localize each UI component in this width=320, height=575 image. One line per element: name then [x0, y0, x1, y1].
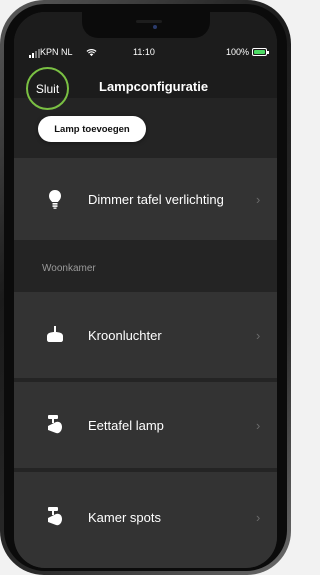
close-button[interactable]: Sluit	[26, 67, 69, 110]
add-lamp-button[interactable]: Lamp toevoegen	[38, 116, 146, 142]
front-camera-icon	[152, 25, 157, 29]
lamp-row-kamer-spots[interactable]: Kamer spots ›	[14, 472, 277, 568]
status-bar: KPN NL 11:10 100%	[14, 46, 277, 60]
chevron-right-icon: ›	[256, 510, 261, 525]
bulb-icon	[45, 188, 65, 210]
wifi-icon	[86, 49, 97, 57]
phone-frame: KPN NL 11:10 100% Sluit Lampconfiguratie…	[0, 0, 291, 575]
spot-lamp-icon	[45, 506, 65, 528]
lamp-row-dimmer-tafel-verlichting[interactable]: Dimmer tafel verlichting ›	[14, 158, 277, 240]
chevron-right-icon: ›	[256, 417, 261, 433]
room-section-header: Woonkamer	[42, 263, 96, 274]
page-title: Lampconfiguratie	[99, 79, 209, 94]
spot-lamp-icon	[45, 414, 65, 436]
app-screen: KPN NL 11:10 100% Sluit Lampconfiguratie…	[14, 12, 277, 568]
chevron-right-icon: ›	[256, 327, 261, 343]
add-lamp-label: Lamp toevoegen	[54, 123, 130, 135]
lamp-label: Kamer spots	[88, 510, 161, 525]
chevron-right-icon: ›	[256, 191, 261, 207]
battery-percentage: 100%	[226, 47, 250, 57]
carrier-name: KPN NL	[40, 47, 73, 57]
battery-icon	[252, 48, 269, 56]
notch	[81, 12, 210, 38]
lamp-row-kroonluchter[interactable]: Kroonluchter ›	[14, 292, 277, 378]
signal-strength-icon	[29, 49, 40, 58]
lamp-label: Kroonluchter	[88, 327, 162, 343]
status-time: 11:10	[133, 47, 155, 57]
lamp-label: Eettafel lamp	[88, 417, 164, 433]
lamp-row-eettafel-lamp[interactable]: Eettafel lamp ›	[14, 382, 277, 468]
speaker-grille	[135, 20, 162, 23]
close-button-label: Sluit	[35, 81, 60, 96]
lamp-label: Dimmer tafel verlichting	[88, 191, 224, 207]
pendant-lamp-icon	[45, 324, 65, 346]
